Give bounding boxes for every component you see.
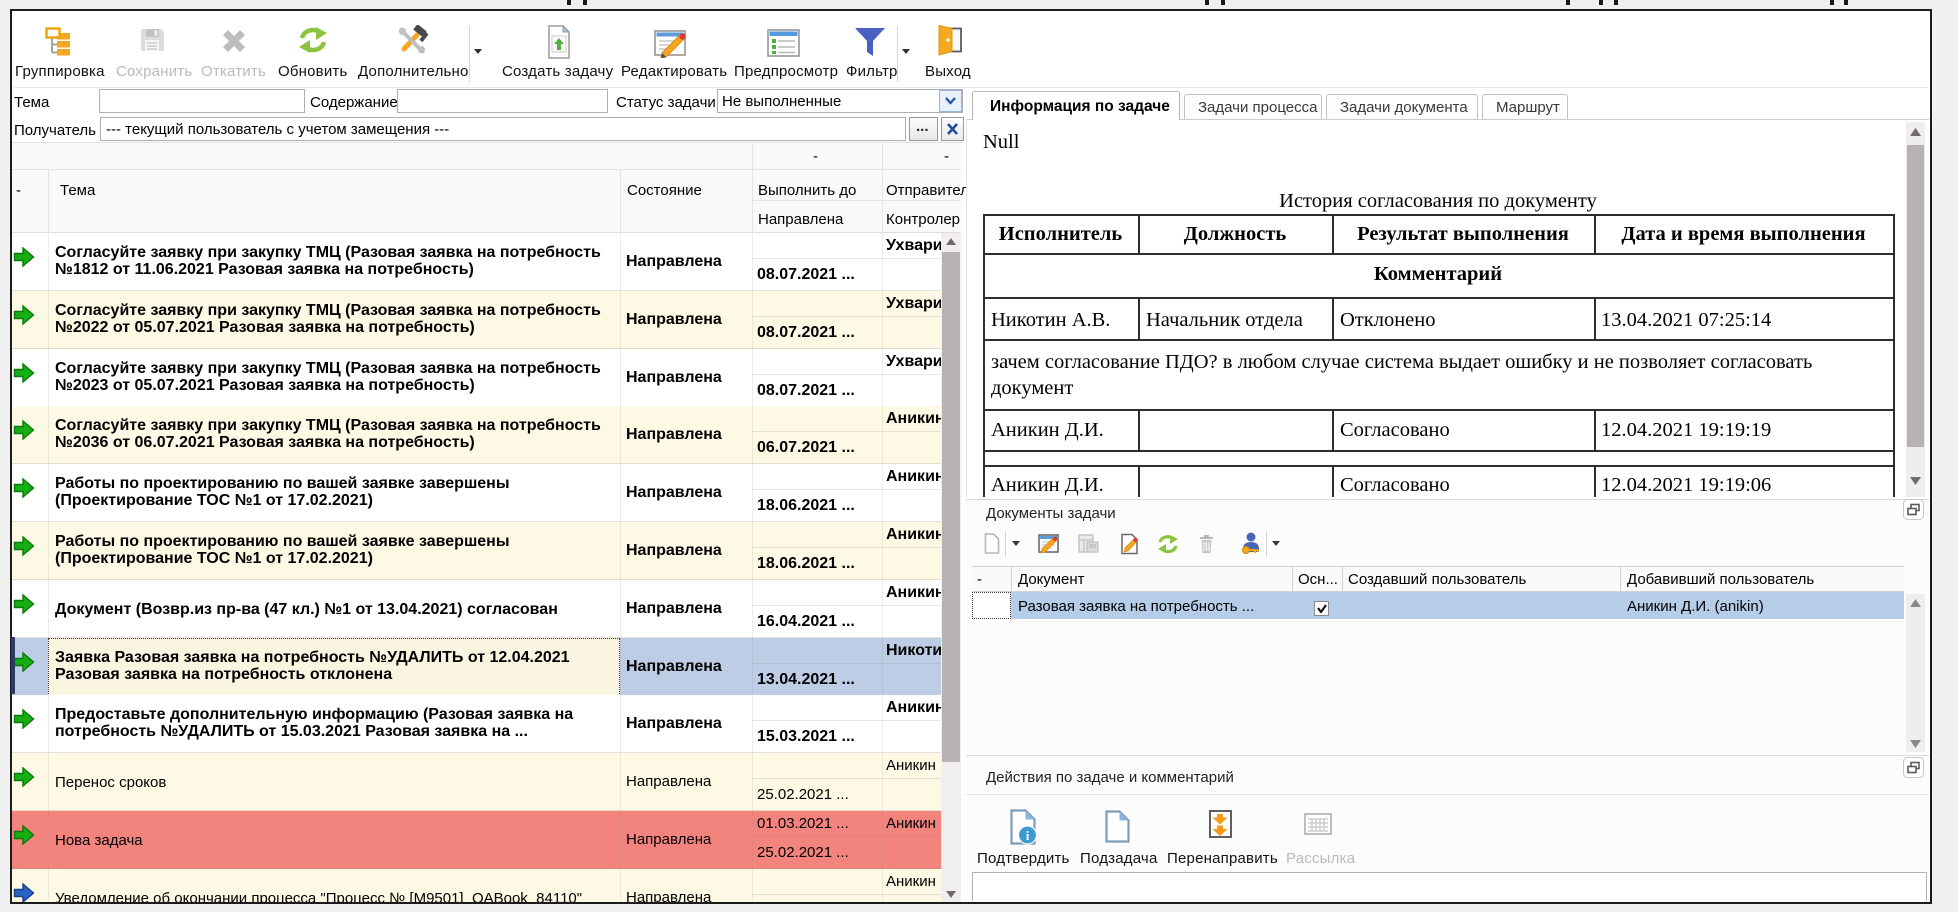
svg-text:i: i (1026, 828, 1030, 843)
